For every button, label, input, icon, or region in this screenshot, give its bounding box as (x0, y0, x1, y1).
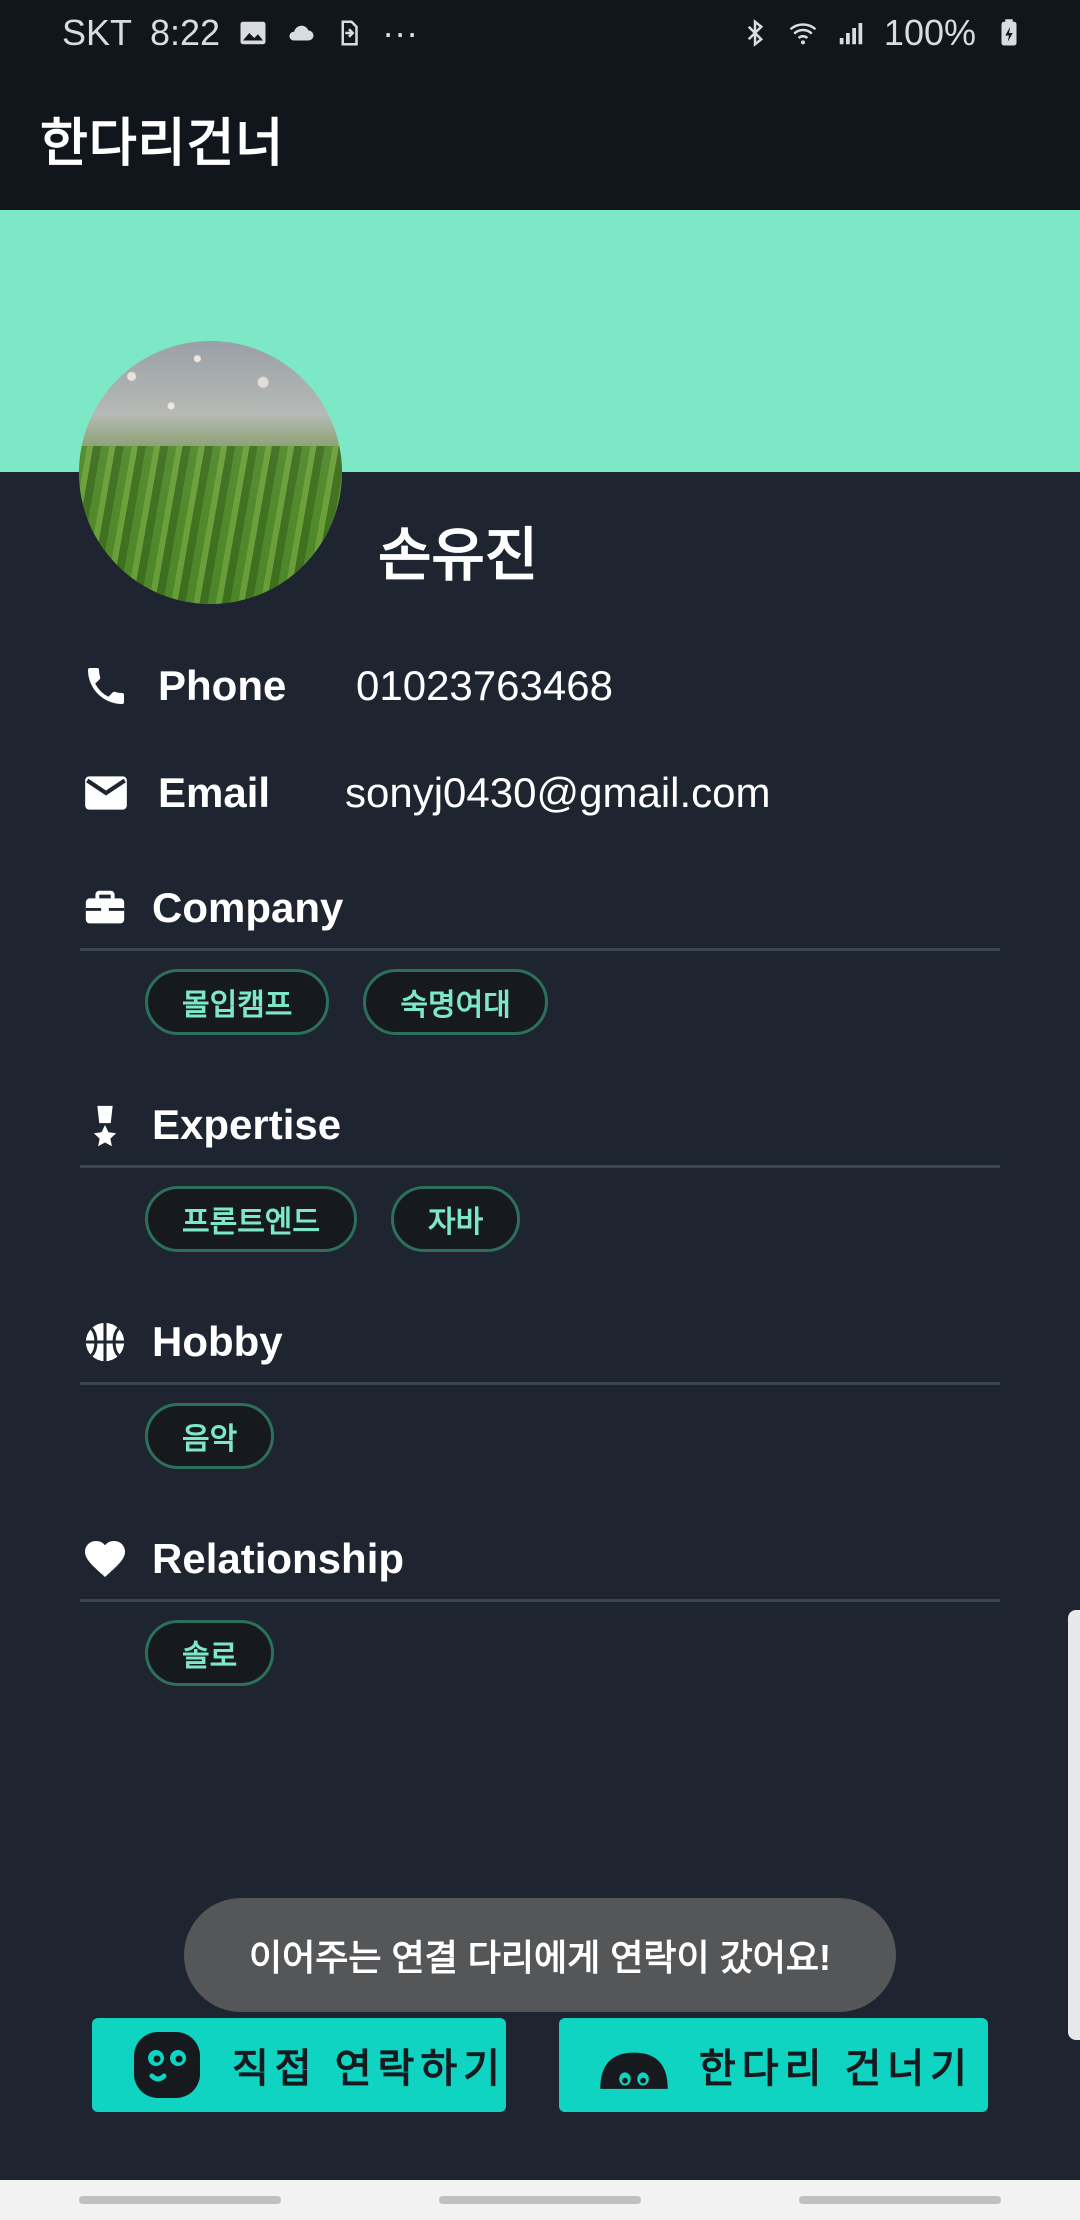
scrollbar[interactable] (1068, 1610, 1080, 2040)
battery-charging-icon (1001, 19, 1017, 46)
section-expertise-title: Expertise (152, 1101, 342, 1148)
chip-hobby[interactable]: 음악 (145, 1403, 275, 1469)
status-right: 100% (740, 12, 1024, 54)
nav-recents-button[interactable] (79, 2196, 281, 2204)
divider (80, 948, 1000, 951)
system-nav-bar (0, 2180, 1080, 2220)
chip-expertise[interactable]: 자바 (391, 1186, 521, 1252)
email-row[interactable]: Email (80, 763, 270, 823)
section-expertise-header: Expertise (80, 1095, 1000, 1155)
peeking-face-icon (600, 2052, 668, 2089)
divider (80, 1382, 1000, 1385)
nav-home-button[interactable] (439, 2196, 641, 2204)
avatar-photo-grass (79, 446, 342, 604)
chip-company[interactable]: 몰입캠프 (145, 969, 330, 1035)
bluetooth-icon (747, 19, 764, 47)
app-bar: 한다리건너 (0, 66, 1080, 210)
phone-label: Phone (158, 662, 287, 709)
section-company: Company 몰입캠프 숙명여대 (80, 878, 1000, 1035)
divider (80, 1165, 1000, 1168)
section-hobby-title: Hobby (152, 1318, 283, 1365)
status-left: SKT 8:22 ··· (62, 12, 418, 54)
section-company-header: Company (80, 878, 1000, 938)
phone-icon (80, 660, 132, 712)
avatar-photo-water (79, 341, 342, 460)
clock: 8:22 (150, 12, 221, 53)
hobby-chips: 음악 (80, 1403, 1000, 1469)
nav-back-button[interactable] (799, 2196, 1001, 2204)
chip-expertise[interactable]: 프론트엔드 (145, 1186, 357, 1252)
section-relationship-title: Relationship (152, 1535, 405, 1582)
profile-name: 손유진 (378, 523, 539, 588)
email-label: Email (158, 769, 271, 816)
section-hobby: Hobby 음악 (80, 1312, 1000, 1469)
battery-percent: 100% (883, 12, 976, 53)
direct-contact-label: 직접 연락하기 (232, 2047, 506, 2091)
relationship-chips: 솔로 (80, 1620, 1000, 1686)
section-relationship: Relationship 솔로 (80, 1529, 1000, 1686)
company-chips: 몰입캠프 숙명여대 (80, 969, 1000, 1035)
chip-company[interactable]: 숙명여대 (363, 969, 548, 1035)
basketball-icon (80, 1317, 130, 1367)
signal-icon (839, 23, 863, 45)
app-title: 한다리건너 (40, 114, 285, 173)
section-company-title: Company (152, 884, 344, 931)
heart-icon (80, 1534, 130, 1584)
section-hobby-header: Hobby (80, 1312, 1000, 1372)
ghost-face-icon (134, 2032, 200, 2098)
cloud-icon (289, 25, 314, 41)
bridge-button[interactable]: 한다리 건너기 (559, 2018, 988, 2112)
briefcase-icon (80, 883, 130, 933)
toast-message: 이어주는 연결 다리에게 연락이 갔어요! (184, 1898, 896, 2012)
sim-transfer-icon (341, 20, 358, 46)
phone-row[interactable]: Phone (80, 656, 286, 716)
section-expertise: Expertise 프론트엔드 자바 (80, 1095, 1000, 1252)
bridge-label: 한다리 건너기 (699, 2047, 973, 2091)
avatar[interactable] (79, 341, 342, 604)
chip-relationship[interactable]: 솔로 (145, 1620, 275, 1686)
section-relationship-header: Relationship (80, 1529, 1000, 1589)
more-notifications-icon: ··· (382, 12, 419, 53)
divider (80, 1599, 1000, 1602)
email-value[interactable]: sonyj0430@gmail.com (345, 769, 771, 817)
email-icon (80, 767, 132, 819)
status-bar: SKT 8:22 ··· 100% (0, 0, 1080, 66)
gallery-icon (240, 21, 266, 45)
expertise-chips: 프론트엔드 자바 (80, 1186, 1000, 1252)
wifi-icon (789, 23, 817, 45)
medal-icon (80, 1100, 130, 1150)
phone-value[interactable]: 01023763468 (356, 662, 613, 710)
carrier-label: SKT (62, 12, 133, 53)
direct-contact-button[interactable]: 직접 연락하기 (92, 2018, 506, 2112)
